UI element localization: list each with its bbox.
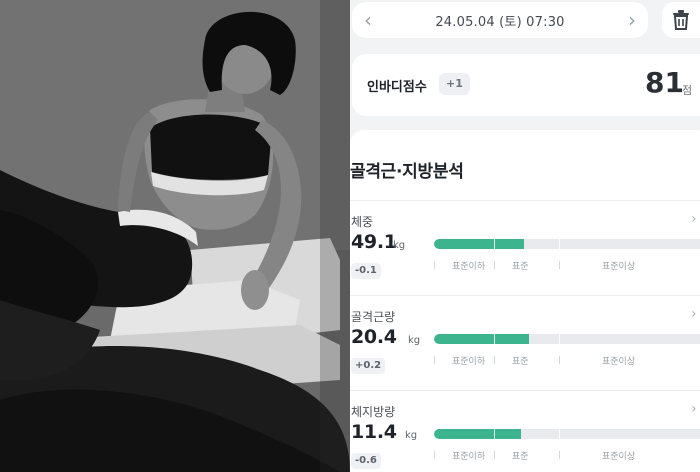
scale-label: 표준이하 [452, 357, 486, 367]
app-panel: ‹ 24.05.04 (토) 07:30 › 인바디점수 +1 81 점 골격근… [350, 0, 700, 472]
chevron-right-icon[interactable]: › [691, 401, 697, 417]
metric-level-fill [434, 334, 530, 344]
metric-value: 49.1 [351, 231, 397, 253]
chevron-right-icon[interactable]: › [691, 306, 697, 322]
metric-unit: kg [408, 335, 421, 346]
scale-label: 표준이상 [602, 357, 636, 367]
scale-label: 표준 [512, 357, 529, 367]
scale-tick [559, 356, 560, 364]
metric-value: 20.4 [351, 326, 397, 348]
metric-name: 골격근량 [351, 310, 396, 324]
score-value: 81 [645, 66, 684, 99]
scale-tick [434, 261, 435, 269]
metric-row[interactable]: 체지방량 › 11.4 kg -0.6 표준이하 표준 표준이상 [350, 390, 700, 472]
range-divider [559, 334, 561, 344]
grayscale-photo [0, 0, 350, 472]
metric-delta-badge: +0.2 [351, 358, 386, 374]
range-divider [493, 334, 495, 344]
range-divider [493, 429, 495, 439]
measurement-date[interactable]: 24.05.04 (토) 07:30 [435, 11, 564, 30]
metric-level-bar [434, 429, 700, 439]
scale-label: 표준 [512, 452, 529, 462]
score-unit: 점 [682, 84, 693, 97]
metric-name: 체중 [351, 215, 374, 229]
scale-label: 표준이하 [452, 262, 486, 272]
metric-level-bar [434, 334, 700, 344]
chevron-right-icon[interactable]: › [691, 211, 697, 227]
score-delta-badge: +1 [439, 73, 470, 95]
chevron-right-icon[interactable]: › [628, 10, 636, 30]
scale-tick [559, 261, 560, 269]
scale-tick [434, 356, 435, 364]
metric-delta-badge: -0.6 [351, 453, 381, 469]
metric-level-fill [434, 429, 522, 439]
score-label: 인바디점수 [367, 80, 427, 95]
photo-panel [0, 0, 350, 472]
date-navigator: ‹ 24.05.04 (토) 07:30 › [352, 2, 648, 38]
metric-delta-badge: -0.1 [351, 263, 381, 279]
muscle-fat-analysis-card: 골격근·지방분석 체중 › 49.1 kg -0.1 표준이하 표준 표준이상 골격근량 › 20.… [350, 130, 700, 472]
trash-icon [673, 10, 689, 30]
metric-row[interactable]: 체중 › 49.1 kg -0.1 표준이하 표준 표준이상 [350, 200, 700, 294]
scale-tick [494, 261, 495, 269]
range-divider [493, 239, 495, 249]
chevron-left-icon[interactable]: ‹ [364, 10, 372, 30]
scale-tick [494, 451, 495, 459]
scale-label: 표준이상 [602, 452, 636, 462]
metric-unit: kg [393, 240, 406, 251]
scale-tick [559, 451, 560, 459]
metric-value: 11.4 [351, 421, 397, 443]
inbody-score-card[interactable]: 인바디점수 +1 81 점 [352, 54, 700, 116]
scale-label: 표준이하 [452, 452, 486, 462]
metric-level-fill [434, 239, 524, 249]
scale-label: 표준 [512, 262, 529, 272]
scale-tick [434, 451, 435, 459]
scale-label: 표준이상 [602, 262, 636, 272]
metric-name: 체지방량 [351, 405, 396, 419]
metric-unit: kg [405, 430, 418, 441]
range-divider [559, 239, 561, 249]
metric-level-bar [434, 239, 700, 249]
range-divider [559, 429, 561, 439]
scale-tick [494, 356, 495, 364]
screen: ‹ 24.05.04 (토) 07:30 › 인바디점수 +1 81 점 골격근… [0, 0, 700, 472]
section-title: 골격근·지방분석 [350, 162, 464, 182]
delete-button[interactable] [662, 2, 700, 38]
metric-row[interactable]: 골격근량 › 20.4 kg +0.2 표준이하 표준 표준이상 [350, 295, 700, 389]
